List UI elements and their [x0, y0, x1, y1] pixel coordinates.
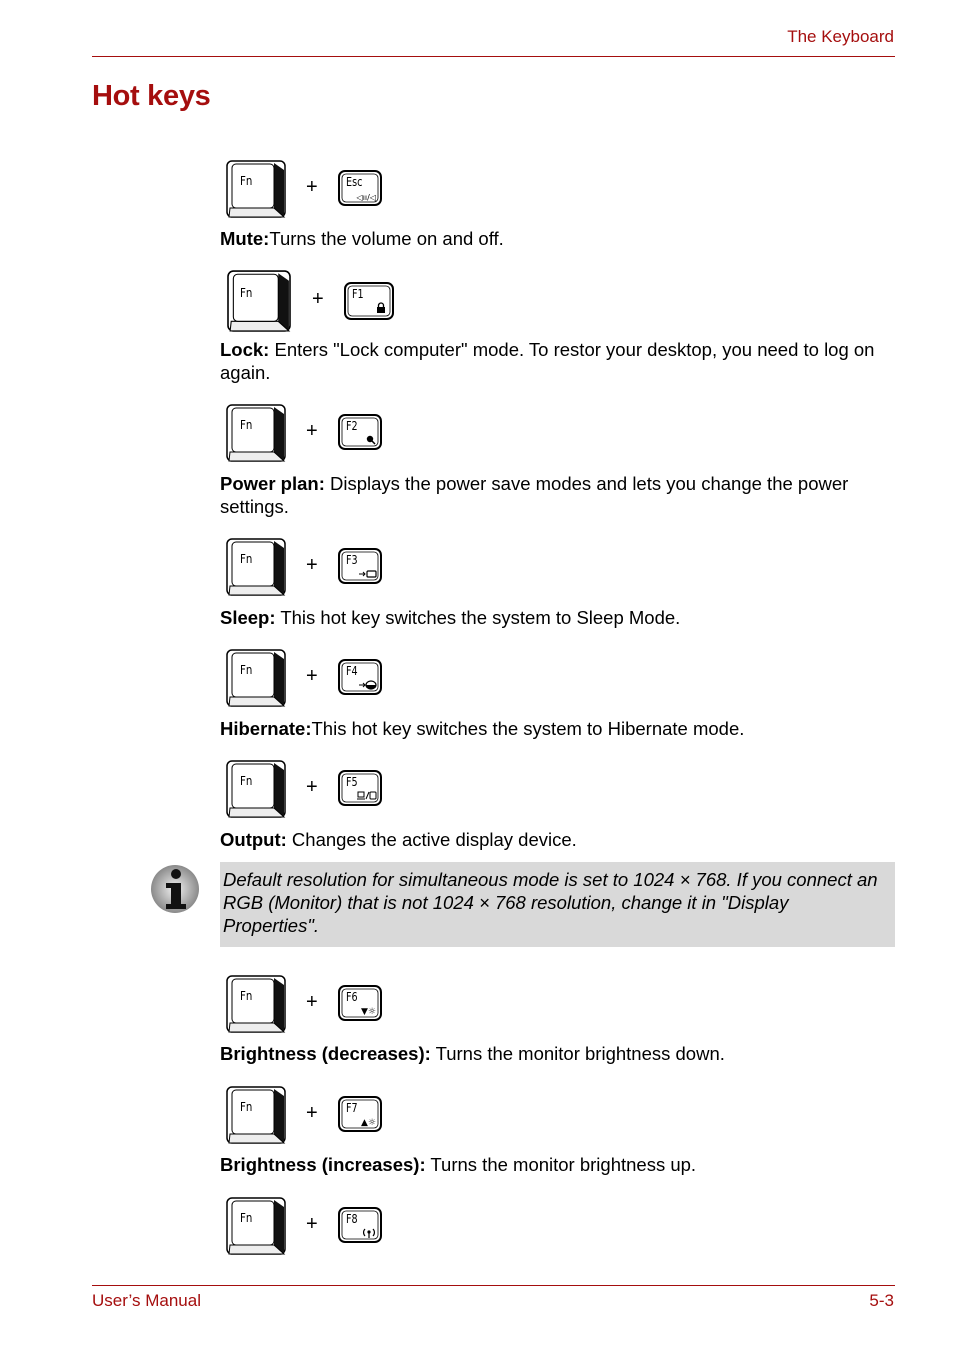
hotkey-text: Enters "Lock computer" mode. To restor y… — [220, 339, 875, 383]
hotkey-description: Brightness (decreases): Turns the monito… — [220, 1042, 895, 1065]
function-key: F7 ▲☼ — [338, 1096, 382, 1132]
wireless-icon — [363, 1228, 375, 1238]
hotkey-text: Turns the volume on and off. — [269, 228, 504, 249]
page-number: 5-3 — [869, 1291, 894, 1310]
hotkey-text: This hot key switches the system to Hibe… — [311, 718, 745, 739]
hotkey-name: Lock: — [220, 339, 270, 360]
plus-sign: + — [312, 288, 324, 310]
function-key-label: F3 — [346, 553, 358, 567]
hotkey-name: Hibernate: — [220, 718, 312, 739]
function-key-label: F6 — [346, 990, 358, 1004]
fn-key-icon — [226, 760, 286, 818]
fn-key-icon — [226, 160, 286, 218]
function-key: F8 — [338, 1207, 382, 1243]
function-key: F5 — [338, 770, 382, 806]
hotkey-combo-hibernate: Fn + F4 — [226, 649, 406, 711]
power-plan-icon — [366, 435, 376, 445]
sleep-icon — [359, 570, 377, 578]
hotkey-description: Output: Changes the active display devic… — [220, 828, 895, 851]
fn-key-icon — [226, 1197, 286, 1255]
lock-icon — [377, 302, 385, 313]
plus-sign: + — [306, 1102, 318, 1124]
hotkey-text: Turns the monitor brightness up. — [425, 1154, 697, 1175]
fn-key-icon — [226, 404, 286, 462]
plus-sign: + — [306, 665, 318, 687]
fn-key-label: Fn — [240, 418, 253, 432]
hotkey-combo-wireless: Fn + F8 — [226, 1197, 406, 1259]
plus-sign: + — [306, 554, 318, 576]
fn-key-label: Fn — [240, 1100, 253, 1114]
footer-rule — [92, 1285, 895, 1286]
hotkey-combo-brightness-down: Fn + F6 ▼☼ — [226, 975, 406, 1037]
fn-key-label: Fn — [240, 989, 253, 1003]
hibernate-icon — [359, 680, 377, 690]
function-key-label: F1 — [352, 287, 364, 301]
speaker-mute-icon: ◁ıı/◁ — [356, 193, 376, 202]
header-section-title: The Keyboard — [787, 27, 894, 46]
hotkey-description: Sleep: This hot key switches the system … — [220, 606, 895, 629]
hotkey-text: Turns the monitor brightness down. — [430, 1043, 725, 1064]
page-title: Hot keys — [92, 80, 211, 112]
fn-key-label: Fn — [240, 1211, 253, 1225]
function-key-label: Esc — [346, 175, 363, 189]
info-icon — [151, 865, 199, 913]
brightness-up-icon: ▲☼ — [361, 1118, 376, 1128]
function-key: F1 — [344, 282, 394, 320]
hotkey-name: Brightness (increases): — [220, 1154, 426, 1175]
hotkey-combo-output: Fn + F5 — [226, 760, 406, 822]
hotkey-description: Hibernate:This hot key switches the syst… — [220, 717, 895, 740]
plus-sign: + — [306, 1213, 318, 1235]
fn-key-icon — [227, 270, 291, 332]
note-text: Default resolution for simultaneous mode… — [223, 869, 878, 936]
hotkey-name: Mute: — [220, 228, 270, 249]
fn-key-label: Fn — [240, 286, 253, 300]
fn-key-label: Fn — [240, 663, 253, 677]
hotkey-text: This hot key switches the system to Slee… — [275, 607, 681, 628]
function-key: F2 — [338, 414, 382, 450]
hotkey-description: Power plan: Displays the power save mode… — [220, 472, 895, 518]
hotkey-combo-power-plan: Fn + F2 — [226, 404, 406, 466]
function-key: Esc ◁ıı/◁ — [338, 170, 382, 206]
display-output-icon — [357, 791, 377, 800]
fn-key-icon — [226, 975, 286, 1033]
fn-key-label: Fn — [240, 552, 253, 566]
function-key: F6 ▼☼ — [338, 985, 382, 1021]
footer-manual-title: User’s Manual — [92, 1291, 201, 1310]
plus-sign: + — [306, 991, 318, 1013]
hotkey-description: Mute:Turns the volume on and off. — [220, 227, 895, 250]
fn-key-label: Fn — [240, 174, 253, 188]
fn-key-icon — [226, 649, 286, 707]
hotkey-name: Brightness (decreases): — [220, 1043, 431, 1064]
header-rule — [92, 56, 895, 57]
hotkey-name: Power plan: — [220, 473, 325, 494]
function-key-label: F2 — [346, 419, 358, 433]
hotkey-description: Brightness (increases): Turns the monito… — [220, 1153, 895, 1176]
function-key-label: F8 — [346, 1212, 358, 1226]
hotkey-combo-sleep: Fn + F3 — [226, 538, 406, 600]
plus-sign: + — [306, 176, 318, 198]
function-key: F4 — [338, 659, 382, 695]
hotkey-description: Lock: Enters "Lock computer" mode. To re… — [220, 338, 895, 384]
function-key: F3 — [338, 548, 382, 584]
hotkey-name: Sleep: — [220, 607, 276, 628]
fn-key-icon — [226, 1086, 286, 1144]
fn-key-icon — [226, 538, 286, 596]
brightness-down-icon: ▼☼ — [361, 1007, 376, 1017]
hotkey-combo-lock: Fn + F1 — [226, 270, 406, 332]
hotkey-combo-mute: Fn + Esc ◁ıı/◁ — [226, 160, 406, 222]
hotkey-combo-brightness-up: Fn + F7 ▲☼ — [226, 1086, 406, 1148]
hotkey-text: Changes the active display device. — [286, 829, 577, 850]
hotkey-name: Output: — [220, 829, 287, 850]
plus-sign: + — [306, 776, 318, 798]
plus-sign: + — [306, 420, 318, 442]
function-key-label: F5 — [346, 775, 358, 789]
function-key-label: F4 — [346, 664, 358, 678]
note-box: Default resolution for simultaneous mode… — [220, 862, 895, 947]
fn-key-label: Fn — [240, 774, 253, 788]
function-key-label: F7 — [346, 1101, 358, 1115]
